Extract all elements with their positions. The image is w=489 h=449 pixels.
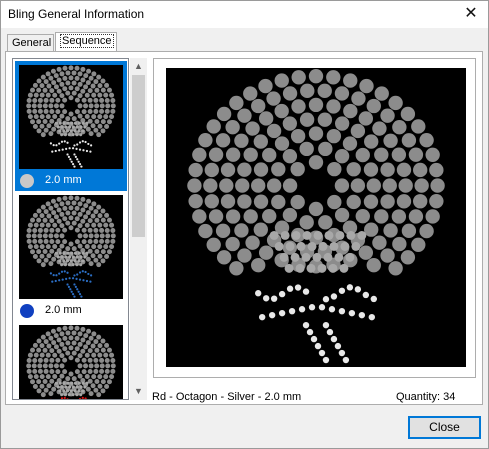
bling-preview xyxy=(166,68,466,367)
title-bar: Bling General Information ✕ xyxy=(1,1,488,28)
dialog-window: Bling General Information ✕ General Sequ… xyxy=(0,0,489,449)
size-label: 2.0 mm xyxy=(45,174,82,186)
sequence-panel: 2.0 mm 2.0 mm ▲ ▼ Rd - Octagon - Silver … xyxy=(5,51,483,405)
silver-gem-icon xyxy=(20,174,34,188)
tab-sequence[interactable]: Sequence xyxy=(55,32,117,52)
window-title: Bling General Information xyxy=(8,7,145,21)
scroll-down-icon[interactable]: ▼ xyxy=(130,383,147,400)
list-item[interactable]: 2.0 mm xyxy=(15,61,127,191)
tab-general-label: General xyxy=(12,37,52,49)
tab-sequence-label: Sequence xyxy=(60,34,114,48)
sequence-thumbnail xyxy=(19,65,123,169)
blue-gem-icon xyxy=(20,304,34,318)
list-item[interactable] xyxy=(15,321,127,399)
tab-general[interactable]: General xyxy=(7,34,54,51)
size-label: 2.0 mm xyxy=(45,304,82,316)
scroll-up-icon[interactable]: ▲ xyxy=(130,58,147,75)
sequence-list[interactable]: 2.0 mm 2.0 mm xyxy=(12,58,129,400)
close-button[interactable]: Close xyxy=(408,416,481,439)
list-scrollbar[interactable]: ▲ ▼ xyxy=(130,58,147,400)
window-close-icon[interactable]: ✕ xyxy=(460,3,482,25)
quantity-label: Quantity: 34 xyxy=(396,391,456,403)
sequence-thumbnail xyxy=(19,325,123,399)
scrollbar-thumb[interactable] xyxy=(132,75,145,237)
stone-info: Rd - Octagon - Silver - 2.0 mm xyxy=(152,391,302,403)
preview-frame xyxy=(153,58,476,378)
sequence-thumbnail xyxy=(19,195,123,299)
list-item[interactable]: 2.0 mm xyxy=(15,191,127,321)
